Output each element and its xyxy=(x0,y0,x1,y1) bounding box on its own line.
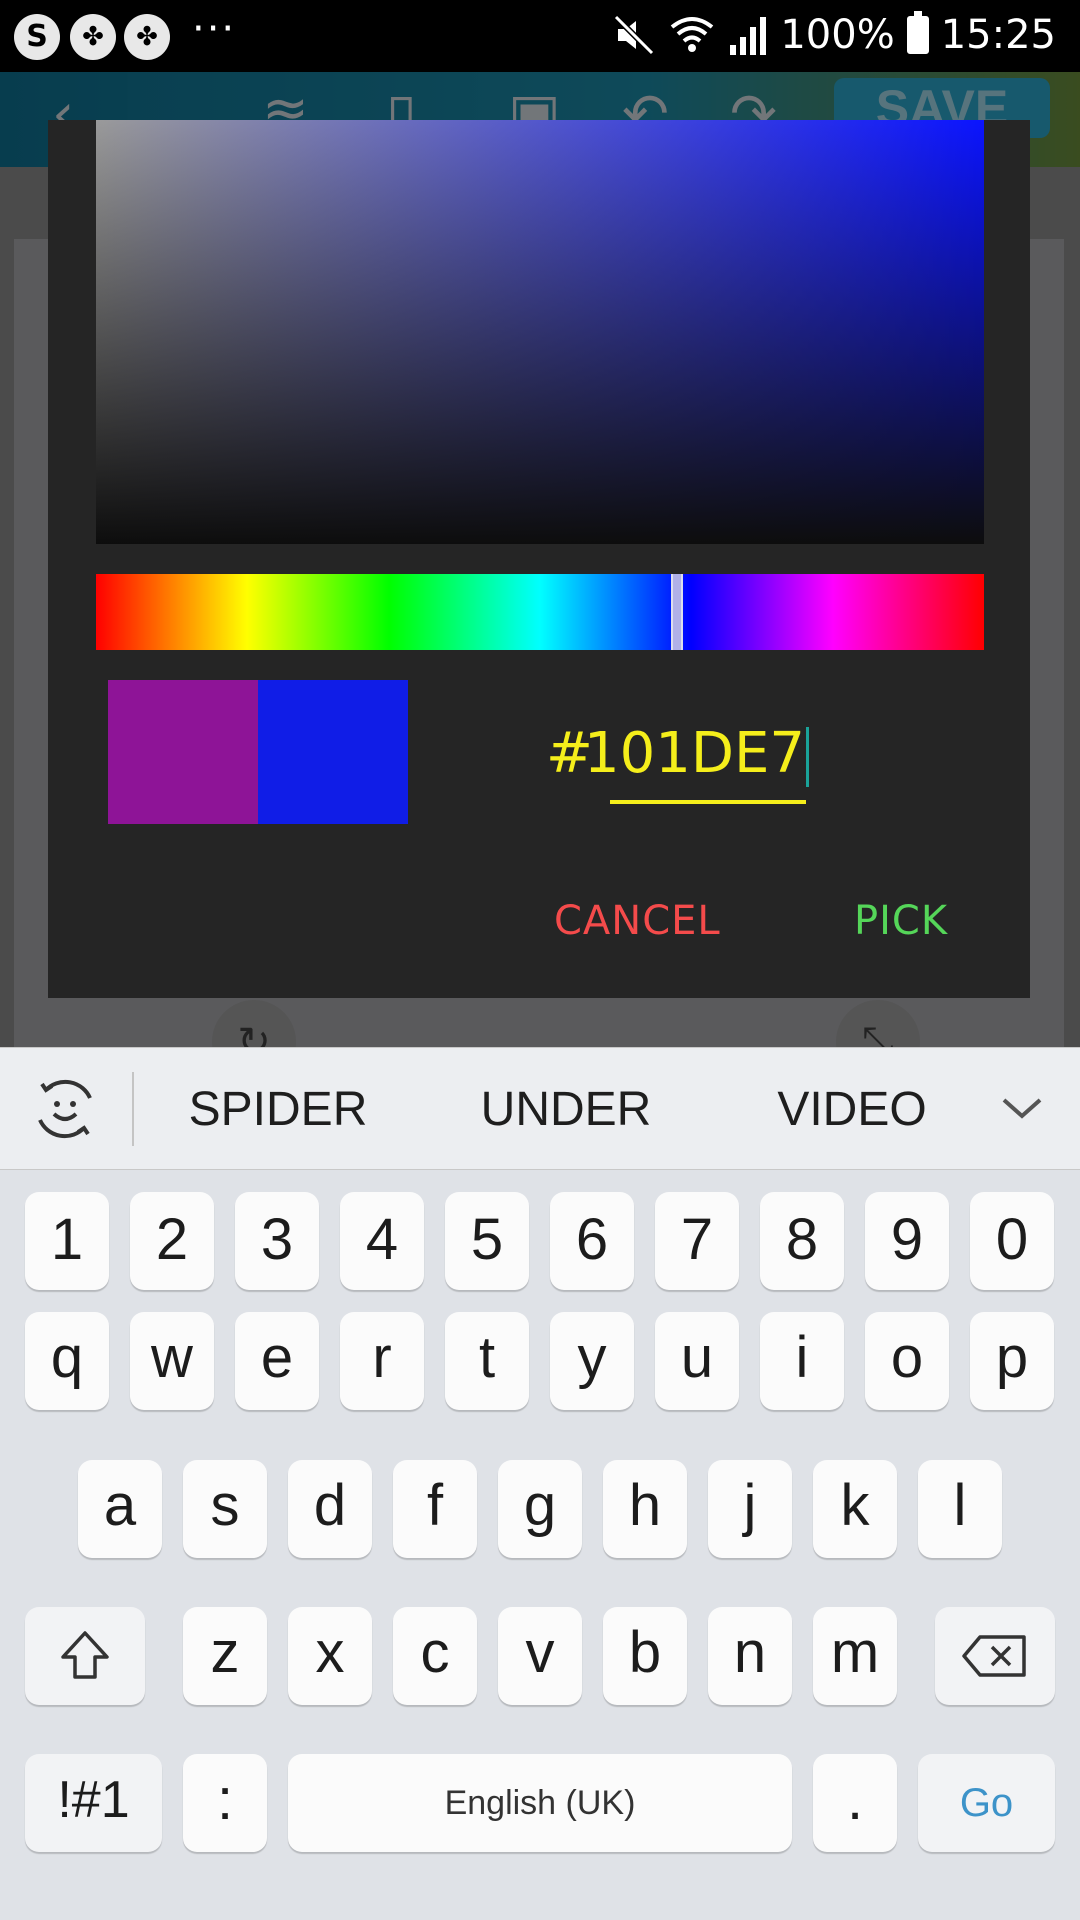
key-o[interactable]: o xyxy=(865,1312,949,1410)
color-picker-dialog: # 101DE7 CANCEL PICK xyxy=(48,120,1030,998)
skype-notification-icon: S xyxy=(14,14,60,60)
key-c[interactable]: c xyxy=(393,1607,477,1705)
suggestion-word[interactable]: VIDEO xyxy=(732,1082,972,1137)
key-7[interactable]: 7 xyxy=(655,1192,739,1290)
hex-value-text: 101DE7 xyxy=(584,721,806,786)
key-8[interactable]: 8 xyxy=(760,1192,844,1290)
key-3[interactable]: 3 xyxy=(235,1192,319,1290)
previous-color-swatch xyxy=(108,680,258,824)
wifi-icon xyxy=(671,17,714,52)
cancel-button[interactable]: CANCEL xyxy=(554,898,721,944)
onscreen-keyboard: 1 2 3 4 5 6 7 8 9 0 q w e r t y u i o p … xyxy=(0,1170,1080,1920)
emoji-icon[interactable] xyxy=(32,1076,98,1142)
key-z[interactable]: z xyxy=(183,1607,267,1705)
sv-value-layer xyxy=(96,120,984,544)
colon-key[interactable]: : xyxy=(183,1754,267,1852)
key-9[interactable]: 9 xyxy=(865,1192,949,1290)
symbols-key[interactable]: !#1 xyxy=(25,1754,162,1852)
key-a[interactable]: a xyxy=(78,1460,162,1558)
key-m[interactable]: m xyxy=(813,1607,897,1705)
battery-percent: 100% xyxy=(780,12,895,58)
key-2[interactable]: 2 xyxy=(130,1192,214,1290)
go-key[interactable]: Go xyxy=(918,1754,1055,1852)
mute-icon xyxy=(614,14,655,56)
pick-button[interactable]: PICK xyxy=(854,898,948,944)
hex-color-input[interactable]: # 101DE7 xyxy=(546,714,856,794)
key-f[interactable]: f xyxy=(393,1460,477,1558)
shift-key[interactable] xyxy=(25,1607,145,1705)
key-5[interactable]: 5 xyxy=(445,1192,529,1290)
suggestion-separator xyxy=(132,1072,134,1146)
hex-input-underline xyxy=(610,800,806,804)
hex-value[interactable]: 101DE7 xyxy=(584,714,810,794)
space-key[interactable]: English (UK) xyxy=(288,1754,792,1852)
key-p[interactable]: p xyxy=(970,1312,1054,1410)
key-s[interactable]: s xyxy=(183,1460,267,1558)
key-b[interactable]: b xyxy=(603,1607,687,1705)
status-indicators: 100% 15:25 xyxy=(612,11,1056,58)
key-t[interactable]: t xyxy=(445,1312,529,1410)
key-y[interactable]: y xyxy=(550,1312,634,1410)
key-u[interactable]: u xyxy=(655,1312,739,1410)
key-e[interactable]: e xyxy=(235,1312,319,1410)
hue-slider[interactable] xyxy=(96,574,984,650)
new-color-swatch xyxy=(258,680,408,824)
backspace-icon xyxy=(962,1635,1026,1677)
battery-icon xyxy=(906,11,929,54)
key-4[interactable]: 4 xyxy=(340,1192,424,1290)
key-q[interactable]: q xyxy=(25,1312,109,1410)
key-g[interactable]: g xyxy=(498,1460,582,1558)
period-key[interactable]: . xyxy=(813,1754,897,1852)
suggestion-word[interactable]: UNDER xyxy=(446,1082,686,1137)
key-l[interactable]: l xyxy=(918,1460,1002,1558)
keyboard-suggestion-bar: SPIDER UNDER VIDEO xyxy=(0,1047,1080,1170)
key-j[interactable]: j xyxy=(708,1460,792,1558)
key-r[interactable]: r xyxy=(340,1312,424,1410)
key-h[interactable]: h xyxy=(603,1460,687,1558)
key-i[interactable]: i xyxy=(760,1312,844,1410)
status-bar: S ✤ ✤ ··· 100% 15:25 xyxy=(0,0,1080,72)
key-6[interactable]: 6 xyxy=(550,1192,634,1290)
key-d[interactable]: d xyxy=(288,1460,372,1558)
key-v[interactable]: v xyxy=(498,1607,582,1705)
text-cursor xyxy=(806,726,810,787)
key-n[interactable]: n xyxy=(708,1607,792,1705)
chevron-down-icon[interactable] xyxy=(998,1088,1046,1128)
saturation-value-picker[interactable] xyxy=(96,120,984,544)
signal-icon xyxy=(730,17,767,55)
key-x[interactable]: x xyxy=(288,1607,372,1705)
hue-slider-thumb[interactable] xyxy=(670,574,683,650)
app-notification-icon: ✤ xyxy=(70,14,116,60)
app-notification-icon-2: ✤ xyxy=(124,14,170,60)
key-k[interactable]: k xyxy=(813,1460,897,1558)
backspace-key[interactable] xyxy=(935,1607,1055,1705)
clock: 15:25 xyxy=(940,12,1056,58)
key-1[interactable]: 1 xyxy=(25,1192,109,1290)
key-0[interactable]: 0 xyxy=(970,1192,1054,1290)
more-notifications-icon: ··· xyxy=(192,6,237,52)
suggestion-word[interactable]: SPIDER xyxy=(158,1082,398,1137)
key-w[interactable]: w xyxy=(130,1312,214,1410)
shift-icon xyxy=(61,1631,109,1679)
